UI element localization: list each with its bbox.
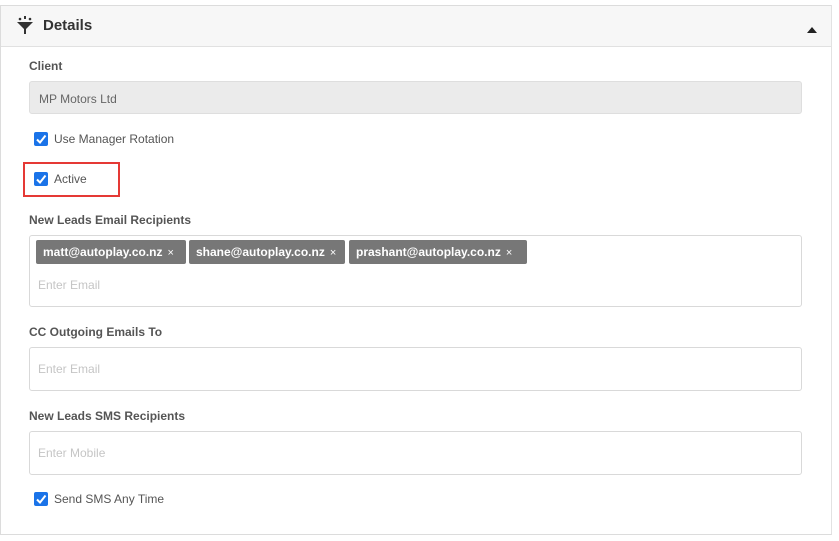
cc-outgoing-label: CC Outgoing Emails To — [29, 325, 163, 339]
new-leads-email-input[interactable] — [38, 276, 738, 294]
active-label: Active — [54, 172, 87, 186]
cc-outgoing-field[interactable] — [29, 347, 802, 391]
filter-funnel-icon — [16, 16, 34, 36]
cc-outgoing-input[interactable] — [38, 360, 738, 378]
email-tag-text: shane@autoplay.co.nz — [196, 245, 325, 259]
new-leads-sms-label: New Leads SMS Recipients — [29, 409, 186, 423]
use-manager-rotation-checkbox[interactable] — [34, 132, 48, 146]
use-manager-rotation-label: Use Manager Rotation — [54, 132, 175, 146]
panel-title: Details — [43, 17, 93, 34]
remove-tag-icon[interactable]: × — [506, 241, 512, 265]
panel-header[interactable]: Details — [1, 6, 831, 47]
email-tag-text: prashant@autoplay.co.nz — [356, 245, 501, 259]
caret-up-icon[interactable] — [807, 21, 817, 33]
send-sms-any-time-checkbox[interactable] — [34, 492, 48, 506]
new-leads-email-label: New Leads Email Recipients — [29, 213, 192, 227]
remove-tag-icon[interactable]: × — [168, 241, 174, 265]
active-checkbox[interactable] — [34, 172, 48, 186]
send-sms-any-time-label: Send SMS Any Time — [54, 492, 165, 506]
new-leads-sms-input[interactable] — [38, 444, 738, 462]
new-leads-sms-field[interactable] — [29, 431, 802, 475]
client-field: MP Motors Ltd — [29, 81, 802, 114]
remove-tag-icon[interactable]: × — [330, 241, 336, 265]
email-tag: matt@autoplay.co.nz × — [36, 240, 186, 264]
client-value: MP Motors Ltd — [39, 92, 117, 106]
email-tag-text: matt@autoplay.co.nz — [43, 245, 163, 259]
client-label: Client — [29, 59, 63, 73]
email-tag: prashant@autoplay.co.nz × — [349, 240, 527, 264]
new-leads-email-field[interactable]: matt@autoplay.co.nz × shane@autoplay.co.n… — [29, 235, 802, 307]
email-tag: shane@autoplay.co.nz × — [189, 240, 345, 264]
